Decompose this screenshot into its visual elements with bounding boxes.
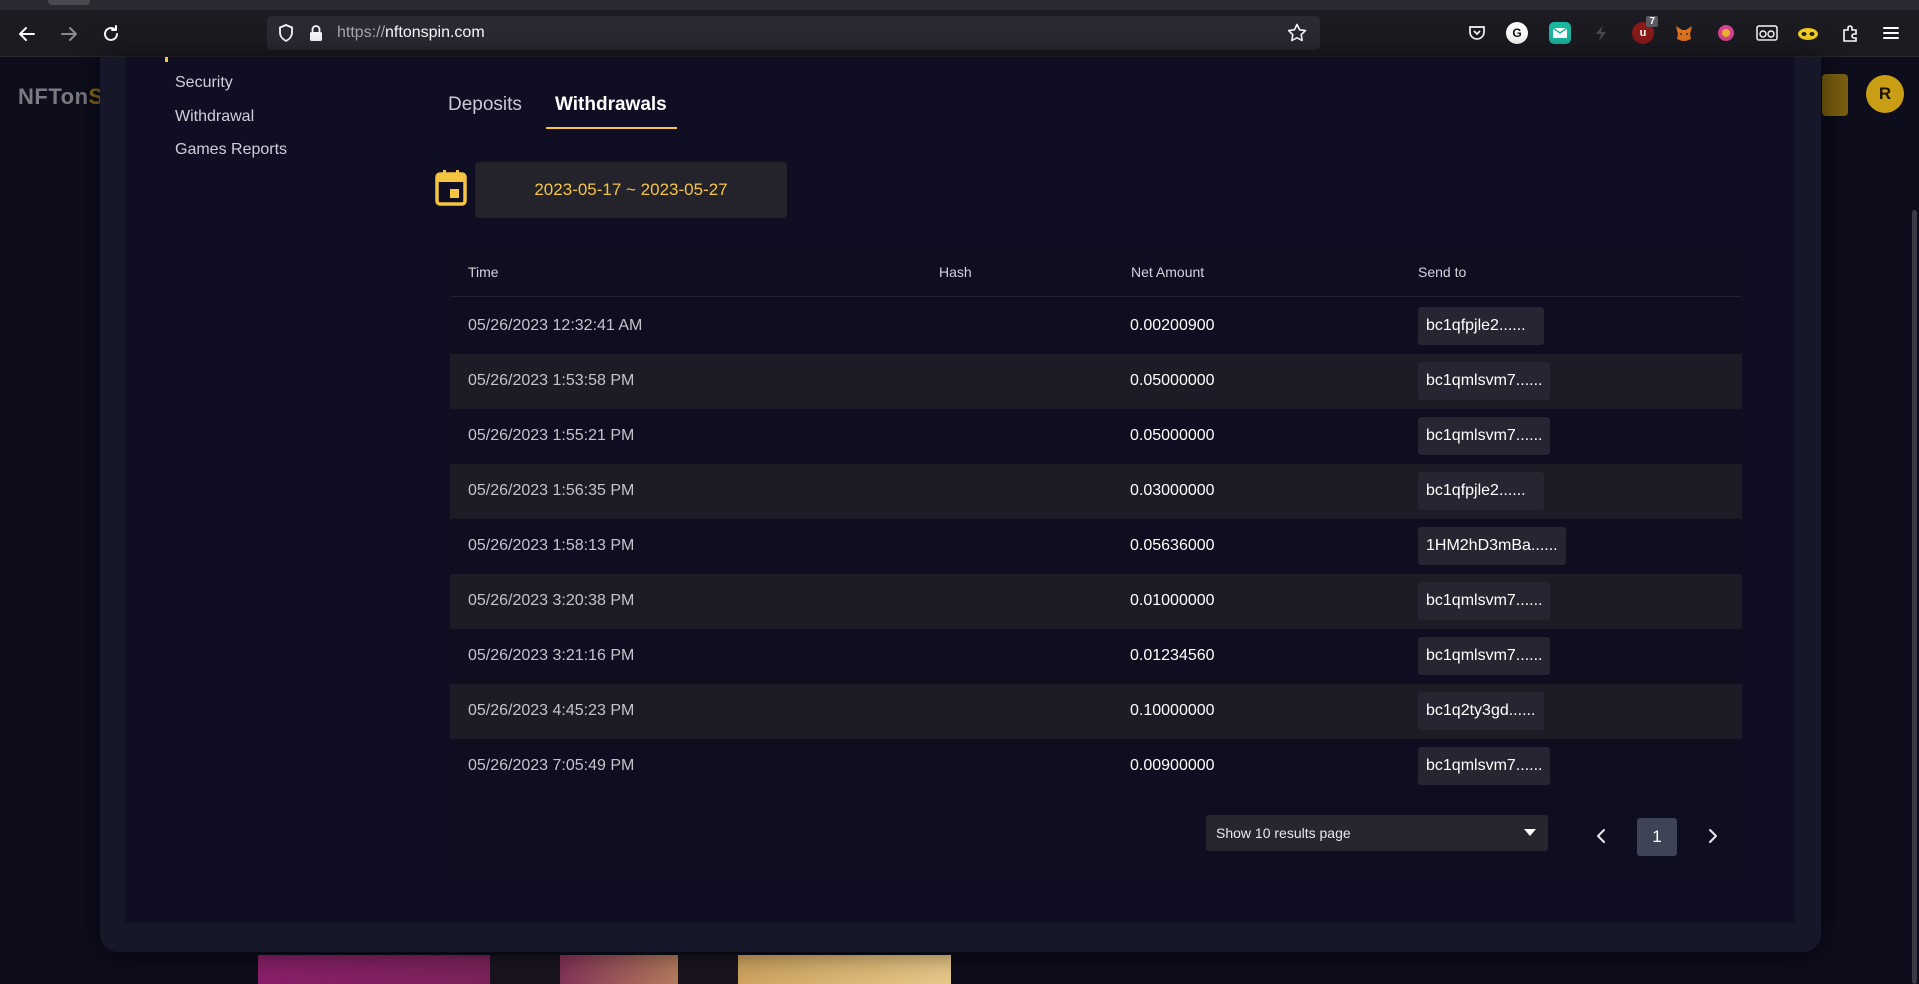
tab-withdrawals[interactable]: Withdrawals	[555, 94, 667, 116]
cell-send-to[interactable]: bc1q2ty3gd......	[1418, 692, 1544, 730]
table-row: 05/26/2023 1:56:35 PM 0.03000000 bc1qfpj…	[450, 464, 1742, 519]
cell-send-to[interactable]: bc1qfpjle2......	[1418, 307, 1544, 345]
banner-shape	[490, 955, 560, 984]
cell-net-amount: 0.00200900	[1130, 317, 1215, 334]
promo-banner	[258, 955, 951, 984]
browser-toolbar: https://nftonspin.com G u 7	[0, 0, 1919, 57]
sidebar-item-security[interactable]: Security	[175, 74, 233, 92]
cell-send-to[interactable]: bc1qmlsvm7......	[1418, 637, 1551, 675]
flower-extension-icon[interactable]	[1715, 22, 1737, 44]
column-header-net-amount: Net Amount	[1131, 264, 1205, 280]
date-range-picker[interactable]: 2023-05-17 ~ 2023-05-27	[475, 162, 787, 218]
tab-strip	[0, 0, 1919, 10]
table-row: 05/26/2023 3:21:16 PM 0.01234560 bc1qmls…	[450, 629, 1742, 684]
cell-net-amount: 0.01234560	[1130, 647, 1215, 664]
caret-down-icon	[1524, 829, 1536, 836]
cell-net-amount: 0.05000000	[1130, 427, 1215, 444]
glasses-extension-icon[interactable]	[1756, 22, 1778, 44]
cell-send-to[interactable]: bc1qmlsvm7......	[1418, 747, 1551, 785]
page-size-select[interactable]: Show 10 results page	[1206, 815, 1548, 851]
cell-time: 05/26/2023 1:53:58 PM	[468, 372, 635, 389]
cell-net-amount: 0.05636000	[1130, 537, 1215, 554]
site-logo[interactable]: NFTonS	[18, 84, 104, 110]
forward-icon[interactable]	[56, 21, 82, 47]
ublock-letter: u	[1639, 27, 1647, 39]
mail-extension-icon[interactable]	[1549, 22, 1571, 44]
column-header-send-to: Send to	[1418, 264, 1467, 280]
cell-send-to[interactable]: 1HM2hD3mBa......	[1418, 527, 1566, 565]
chevron-right-icon	[1709, 829, 1717, 843]
lightning-icon[interactable]	[1590, 22, 1612, 44]
cell-net-amount: 0.01000000	[1130, 592, 1215, 609]
browser-tab[interactable]	[48, 0, 90, 5]
hamburger-menu-icon[interactable]	[1880, 22, 1902, 44]
cell-net-amount: 0.05000000	[1130, 372, 1215, 389]
table-row: 05/26/2023 1:58:13 PM 0.05636000 1HM2hD3…	[450, 519, 1742, 574]
sidebar-item-games-reports[interactable]: Games Reports	[175, 141, 287, 159]
tab-deposits[interactable]: Deposits	[448, 94, 522, 116]
logo-main: NFTon	[18, 84, 89, 109]
next-page-button[interactable]	[1693, 816, 1733, 856]
table-header-divider	[450, 296, 1742, 297]
column-header-hash: Hash	[939, 264, 972, 280]
cell-send-to[interactable]: bc1qmlsvm7......	[1418, 582, 1551, 620]
calendar-icon[interactable]	[435, 170, 467, 206]
ublock-icon[interactable]: u 7	[1632, 16, 1658, 44]
page-size-label: Show 10 results page	[1216, 825, 1351, 841]
cell-send-to[interactable]: bc1qfpjle2......	[1418, 472, 1544, 510]
shield-icon[interactable]	[277, 23, 295, 43]
cell-net-amount: 0.00900000	[1130, 757, 1215, 774]
table-row: 05/26/2023 1:55:21 PM 0.05000000 bc1qmls…	[450, 409, 1742, 464]
avatar[interactable]: R	[1866, 75, 1904, 113]
extensions-puzzle-icon[interactable]	[1839, 22, 1861, 44]
address-bar[interactable]: https://nftonspin.com	[267, 16, 1320, 50]
cell-time: 05/26/2023 12:32:41 AM	[468, 317, 643, 334]
mask-extension-icon[interactable]	[1797, 22, 1819, 44]
grammarly-icon[interactable]: G	[1506, 22, 1528, 44]
table-row: 05/26/2023 4:45:23 PM 0.10000000 bc1q2ty…	[450, 684, 1742, 739]
column-header-time: Time	[468, 264, 499, 280]
bookmark-star-icon[interactable]	[1286, 22, 1308, 44]
table-row: 05/26/2023 7:05:49 PM 0.00900000 bc1qmls…	[450, 739, 1742, 794]
extension-badge: 7	[1646, 16, 1658, 27]
cell-time: 05/26/2023 1:56:35 PM	[468, 482, 635, 499]
cell-net-amount: 0.03000000	[1130, 482, 1215, 499]
cell-time: 05/26/2023 3:20:38 PM	[468, 592, 635, 609]
cell-net-amount: 0.10000000	[1130, 702, 1215, 719]
url-host: nftonspin.com	[385, 24, 485, 41]
lock-icon[interactable]	[307, 23, 325, 43]
page-number-button[interactable]: 1	[1637, 818, 1677, 856]
cell-time: 05/26/2023 7:05:49 PM	[468, 757, 635, 774]
pocket-icon[interactable]	[1466, 22, 1488, 44]
cell-time: 05/26/2023 3:21:16 PM	[468, 647, 635, 664]
scrollbar-thumb[interactable]	[1912, 210, 1917, 984]
cell-send-to[interactable]: bc1qmlsvm7......	[1418, 362, 1551, 400]
cell-time: 05/26/2023 1:55:21 PM	[468, 427, 635, 444]
diamond-button[interactable]	[1822, 74, 1848, 116]
cell-time: 05/26/2023 1:58:13 PM	[468, 537, 635, 554]
metamask-fox-icon[interactable]	[1673, 22, 1695, 44]
sidebar-item-withdrawal[interactable]: Withdrawal	[175, 108, 254, 126]
url-text[interactable]: https://nftonspin.com	[337, 24, 485, 42]
table-row: 05/26/2023 12:32:41 AM 0.00200900 bc1qfp…	[450, 299, 1742, 354]
back-icon[interactable]	[14, 21, 40, 47]
url-scheme: https://	[337, 24, 386, 41]
cell-time: 05/26/2023 4:45:23 PM	[468, 702, 635, 719]
table-row: 05/26/2023 3:20:38 PM 0.01000000 bc1qmls…	[450, 574, 1742, 629]
table-row: 05/26/2023 1:53:58 PM 0.05000000 bc1qmls…	[450, 354, 1742, 409]
reload-icon[interactable]	[98, 21, 124, 47]
sidebar-active-marker	[165, 57, 168, 62]
cell-send-to[interactable]: bc1qmlsvm7......	[1418, 417, 1551, 455]
chevron-left-icon	[1597, 829, 1605, 843]
banner-shape	[678, 955, 738, 984]
prev-page-button[interactable]	[1581, 816, 1621, 856]
grammarly-letter: G	[1512, 26, 1522, 40]
active-tab-indicator	[546, 127, 677, 129]
